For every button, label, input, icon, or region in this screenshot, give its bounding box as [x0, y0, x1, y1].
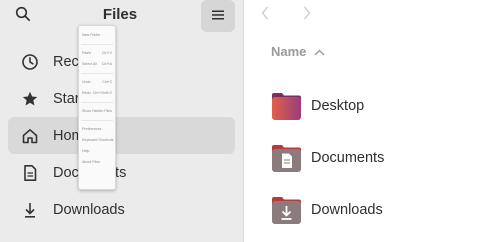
menu-separator: [81, 120, 113, 121]
menu-item-shortcut: Ctrl+Shift+Z: [92, 90, 112, 95]
menu-item-label: Redo: [82, 90, 91, 95]
sidebar-item-label: Downloads: [53, 201, 125, 218]
sidebar-item-documents[interactable]: Documents: [8, 154, 235, 191]
sidebar-item-starred[interactable]: Starred: [8, 80, 235, 117]
star-icon: [20, 89, 40, 109]
menu-item[interactable]: New Folder: [79, 30, 115, 41]
menu-item-label: About Files: [82, 159, 100, 164]
menu-item-label: Show Hidden Files: [82, 108, 112, 113]
menu-item[interactable]: Preferences: [79, 124, 115, 135]
sidebar-item-recent[interactable]: Recent: [8, 43, 235, 80]
main-menu-popover: New Folder Paste Ctrl+V Select All Ctrl+…: [78, 25, 116, 190]
menu-item[interactable]: Keyboard Shortcuts: [79, 135, 115, 146]
menu-separator: [81, 102, 113, 103]
menu-item[interactable]: Show Hidden Files: [79, 106, 115, 117]
file-name: Documents: [311, 150, 385, 166]
menu-item[interactable]: Select All Ctrl+A: [79, 59, 115, 70]
menu-item-shortcut: Ctrl+V: [101, 50, 112, 55]
forward-button[interactable]: [300, 6, 314, 25]
menu-item-label: New Folder: [82, 32, 101, 37]
hamburger-menu-icon: [212, 7, 224, 25]
menu-item-label: Keyboard Shortcuts: [82, 137, 114, 142]
sidebar-header: Files: [0, 0, 244, 32]
back-button[interactable]: [258, 6, 272, 25]
menu-item[interactable]: Paste Ctrl+V: [79, 48, 115, 59]
download-icon: [20, 200, 40, 220]
sidebar-item-downloads[interactable]: Downloads: [8, 191, 235, 228]
chevron-left-icon: [261, 6, 269, 25]
file-name: Downloads: [311, 202, 383, 218]
clock-icon: [20, 52, 40, 72]
main-menu-button[interactable]: [201, 0, 235, 32]
navigation-buttons: [258, 6, 314, 25]
column-header-label: Name: [271, 44, 307, 59]
document-icon: [20, 163, 40, 183]
file-item-documents[interactable]: Documents: [271, 143, 384, 173]
file-item-desktop[interactable]: Desktop: [271, 91, 364, 121]
menu-item-label: Paste: [82, 50, 92, 55]
menu-separator: [81, 73, 113, 74]
window-title: Files: [102, 6, 138, 23]
menu-item-shortcut: Ctrl+A: [101, 61, 112, 66]
menu-item-label: Help: [82, 148, 90, 153]
menu-item[interactable]: Redo Ctrl+Shift+Z: [79, 88, 115, 99]
sidebar-item-home[interactable]: Home: [8, 117, 235, 154]
home-icon: [20, 126, 40, 146]
search-button[interactable]: [10, 3, 36, 29]
menu-item[interactable]: Help: [79, 146, 115, 157]
menu-item-label: Preferences: [82, 126, 102, 131]
folder-desktop-icon: [271, 91, 302, 121]
folder-documents-icon: [271, 143, 302, 173]
file-name: Desktop: [311, 98, 365, 114]
search-icon: [15, 6, 31, 27]
file-item-downloads[interactable]: Downloads: [271, 195, 383, 225]
menu-separator: [81, 44, 113, 45]
menu-item-shortcut: Ctrl+Z: [102, 79, 112, 84]
name-column-header[interactable]: Name: [271, 44, 325, 59]
menu-item-label: Select All: [82, 61, 97, 66]
menu-item[interactable]: About Files: [79, 157, 115, 168]
file-view: Name Desktop Documents Downloads: [244, 0, 485, 242]
sidebar: Files Recent Starred Home Downloads: [0, 0, 244, 242]
chevron-right-icon: [303, 6, 311, 25]
menu-item[interactable]: Undo Ctrl+Z: [79, 77, 115, 88]
menu-item-label: Undo: [82, 79, 91, 84]
sidebar-places: Recent Starred Home Downloads: [0, 43, 244, 228]
folder-downloads-icon: [271, 195, 302, 225]
chevron-up-icon: [314, 44, 325, 59]
